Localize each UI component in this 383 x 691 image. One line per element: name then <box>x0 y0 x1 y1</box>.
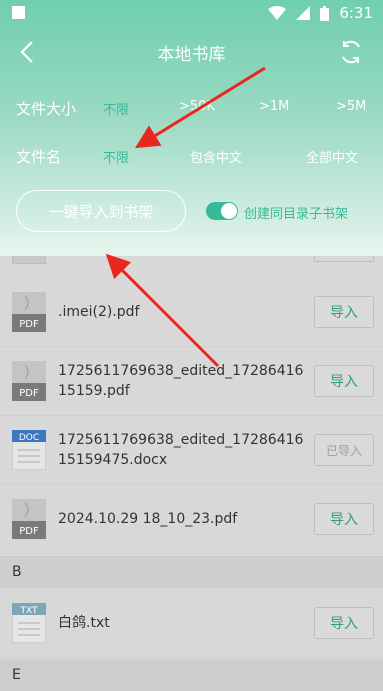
name-option-any[interactable]: 不限 <box>103 147 129 166</box>
file-row: PDF 1725611769638_edited_1728641615159.p… <box>0 347 383 416</box>
svg-text:DOC: DOC <box>19 433 39 443</box>
section-header: E <box>0 659 383 691</box>
filter-size-row: 文件大小 不限 >50K >1M >5M <box>0 94 383 124</box>
section-header: B <box>0 556 383 588</box>
filter-name-row: 文件名 不限 包含中文 全部中文 <box>0 142 383 172</box>
file-name: 1725611769638_edited_1728641615159.pdf <box>58 363 304 399</box>
file-name: 白鸽.txt <box>58 615 110 631</box>
toggle-knob <box>221 203 237 219</box>
file-name: 2024.10.29 18_10_23.pdf <box>58 511 238 527</box>
file-name: .imei(2).pdf <box>58 304 140 320</box>
doc-file-icon: DOC <box>12 430 46 470</box>
filter-name-label: 文件名 <box>16 148 62 166</box>
same-dir-toggle[interactable] <box>206 202 238 220</box>
size-option-any[interactable]: 不限 <box>103 99 129 118</box>
size-option-1m[interactable]: >1M <box>259 99 289 114</box>
file-name: 1725611769638_edited_1728641615159475.do… <box>58 432 304 468</box>
size-option-5m[interactable]: >5M <box>336 99 366 114</box>
txt-file-icon: TXT <box>12 603 46 643</box>
svg-text:TXT: TXT <box>19 606 38 616</box>
title-bar: 本地书库 <box>0 28 383 76</box>
same-dir-label: 创建同目录子书架 <box>244 207 349 222</box>
import-button[interactable]: 导入 <box>314 607 374 639</box>
wifi-icon <box>268 6 287 20</box>
import-all-button[interactable]: 一键导入到书架 <box>16 190 186 232</box>
svg-text:PDF: PDF <box>19 319 39 330</box>
file-row: PDF .imei(2).pdf 导入 <box>0 278 383 347</box>
status-bar: 6:31 <box>0 0 383 28</box>
file-row: DOC 1725611769638_edited_172864161515947… <box>0 416 383 485</box>
svg-text:PDF: PDF <box>19 388 39 399</box>
file-row: TXT 白鸽.txt 导入 <box>0 589 383 658</box>
refresh-icon[interactable] <box>337 38 365 66</box>
section-letter: B <box>12 564 22 580</box>
filter-size-label: 文件大小 <box>16 100 77 118</box>
file-row: PDF 2024.10.29 18_10_23.pdf 导入 <box>0 485 383 554</box>
status-time: 6:31 <box>339 4 373 22</box>
notification-icon <box>12 6 25 19</box>
battery-icon <box>320 5 330 21</box>
pdf-file-icon: PDF <box>12 292 46 332</box>
imported-button[interactable]: 已导入 <box>314 434 374 466</box>
pdf-file-icon: PDF <box>12 499 46 539</box>
partial-file-icon <box>12 256 46 264</box>
svg-text:PDF: PDF <box>19 526 39 537</box>
section-letter: E <box>12 667 21 683</box>
import-button[interactable]: 导入 <box>314 296 374 328</box>
name-option-all-chinese[interactable]: 全部中文 <box>306 147 358 166</box>
pdf-file-icon: PDF <box>12 361 46 401</box>
name-option-contains-chinese[interactable]: 包含中文 <box>190 147 242 166</box>
file-list: PDF .imei(2).pdf 导入 PDF 1725611769638_ed… <box>0 256 383 691</box>
size-option-50k[interactable]: >50K <box>179 99 215 114</box>
partial-import-button[interactable] <box>314 256 374 262</box>
import-button[interactable]: 导入 <box>314 503 374 535</box>
page-title: 本地书库 <box>157 45 226 65</box>
import-button[interactable]: 导入 <box>314 365 374 397</box>
signal-icon <box>296 6 311 20</box>
header: 6:31 本地书库 文件大小 不限 >50K >1M >5M 文件名 不限 包含… <box>0 0 383 256</box>
